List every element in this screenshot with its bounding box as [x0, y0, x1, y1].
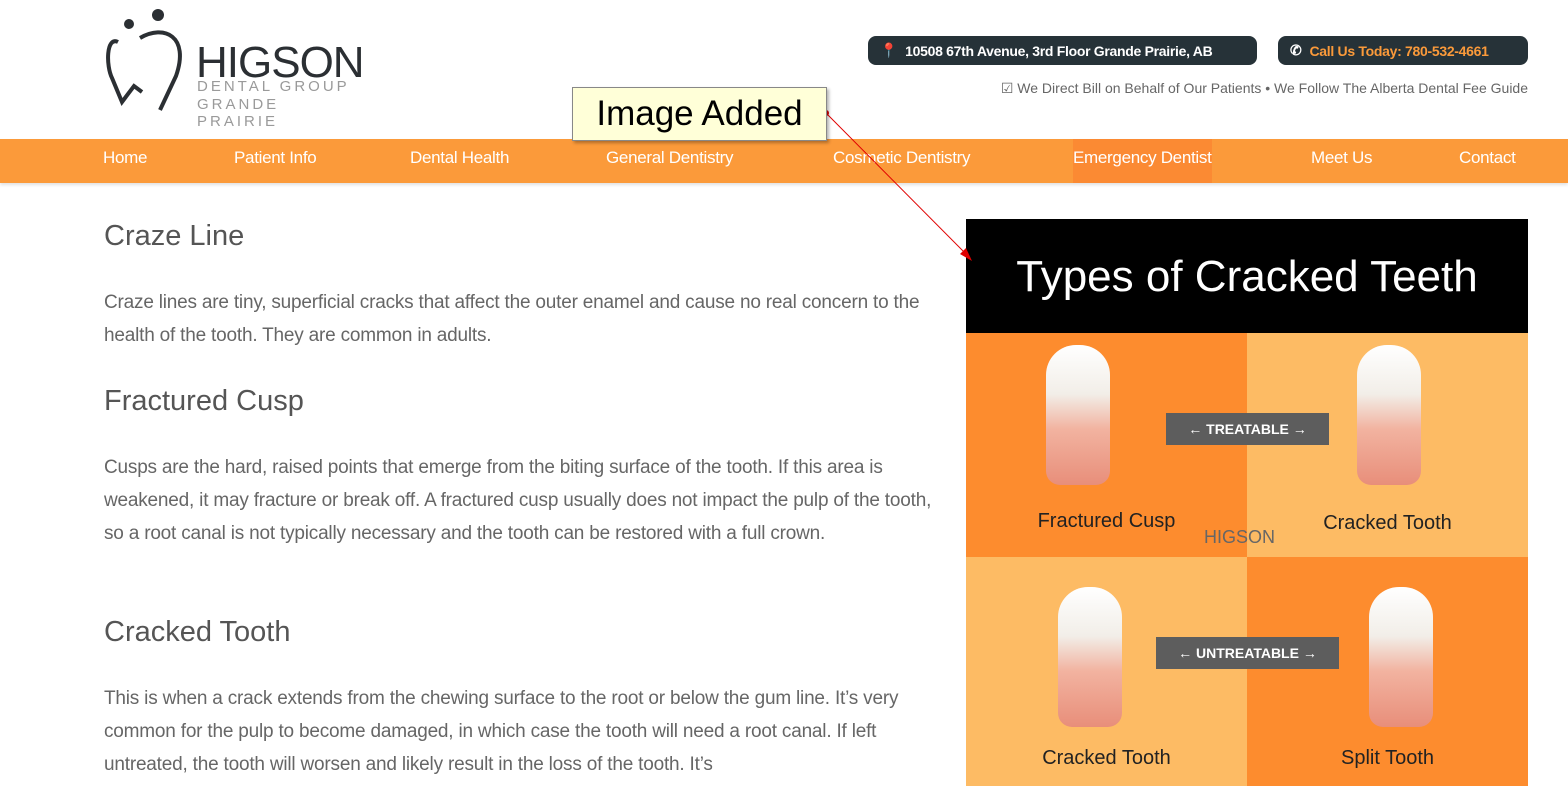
infographic-title: Types of Cracked Teeth — [966, 219, 1528, 333]
image-added-annotation: Image Added — [572, 87, 827, 141]
treatable-text: TREATABLE — [1206, 421, 1289, 437]
tooth-label: Split Tooth — [1340, 747, 1435, 769]
untreatable-tag: ← UNTREATABLE → — [1156, 637, 1339, 669]
address-pill[interactable]: 📍 10508 67th Avenue, 3rd Floor Grande Pr… — [868, 36, 1257, 65]
untreatable-text: UNTREATABLE — [1196, 645, 1299, 661]
main-nav: Home Patient Info Dental Health General … — [0, 139, 1568, 183]
logo[interactable]: HIGSON DENTAL GROUP GRANDE PRAIRIE — [104, 6, 365, 130]
checkbox-icon: ☑ — [1000, 80, 1014, 96]
phone-text: Call Us Today: 780-532-4661 — [1309, 42, 1489, 59]
nav-general-dentistry[interactable]: General Dentistry — [606, 139, 733, 183]
nav-meet-us[interactable]: Meet Us — [1311, 139, 1373, 183]
nav-patient-info[interactable]: Patient Info — [234, 139, 317, 183]
nav-dental-health[interactable]: Dental Health — [410, 139, 509, 183]
section-body: This is when a crack extends from the ch… — [104, 688, 899, 775]
tagline-text: We Direct Bill on Behalf of Our Patients… — [1017, 80, 1528, 96]
tooth-logo-icon — [106, 9, 182, 111]
treatable-tag: ← TREATABLE → — [1166, 413, 1329, 445]
map-pin-icon: 📍 — [880, 42, 898, 58]
nav-cosmetic-dentistry[interactable]: Cosmetic Dentistry — [833, 139, 971, 183]
quadrant-cracked-tooth-2: Cracked Tooth — [966, 557, 1247, 786]
cracked-teeth-infographic: Types of Cracked Teeth Fractured Cusp Cr… — [966, 219, 1528, 786]
phone-pill[interactable]: ✆ Call Us Today: 780-532-4661 — [1278, 36, 1528, 65]
phone-icon: ✆ — [1290, 42, 1302, 58]
section-heading: Fractured Cusp — [104, 385, 304, 417]
nav-home[interactable]: Home — [103, 139, 147, 183]
address-text: 10508 67th Avenue, 3rd Floor Grande Prai… — [905, 42, 1213, 59]
nav-contact[interactable]: Contact — [1459, 139, 1516, 183]
tagline: ☑ We Direct Bill on Behalf of Our Patien… — [1001, 80, 1528, 97]
logo-line1: DENTAL GROUP — [197, 78, 350, 95]
tooth-label: Cracked Tooth — [1042, 747, 1171, 769]
tooth-label: Cracked Tooth — [1323, 512, 1452, 534]
quadrant-split-tooth: Split Tooth — [1247, 557, 1528, 786]
section-heading: Cracked Tooth — [104, 616, 291, 648]
section-heading: Craze Line — [104, 220, 245, 252]
quadrant-fractured-cusp: Fractured Cusp — [966, 333, 1247, 557]
logo-line2: GRANDE PRAIRIE — [197, 96, 280, 130]
tooth-image — [1046, 345, 1110, 485]
tooth-image — [1369, 587, 1433, 727]
tooth-image — [1058, 587, 1122, 727]
quadrant-cracked-tooth: Cracked Tooth — [1247, 333, 1528, 557]
nav-emergency-dentist[interactable]: Emergency Dentist — [1073, 139, 1212, 183]
tooth-image — [1357, 345, 1421, 485]
section-body: Cusps are the hard, raised points that e… — [104, 457, 932, 544]
section-body: Craze lines are tiny, superficial cracks… — [104, 292, 920, 346]
watermark-logo: HIGSON — [1204, 527, 1276, 547]
